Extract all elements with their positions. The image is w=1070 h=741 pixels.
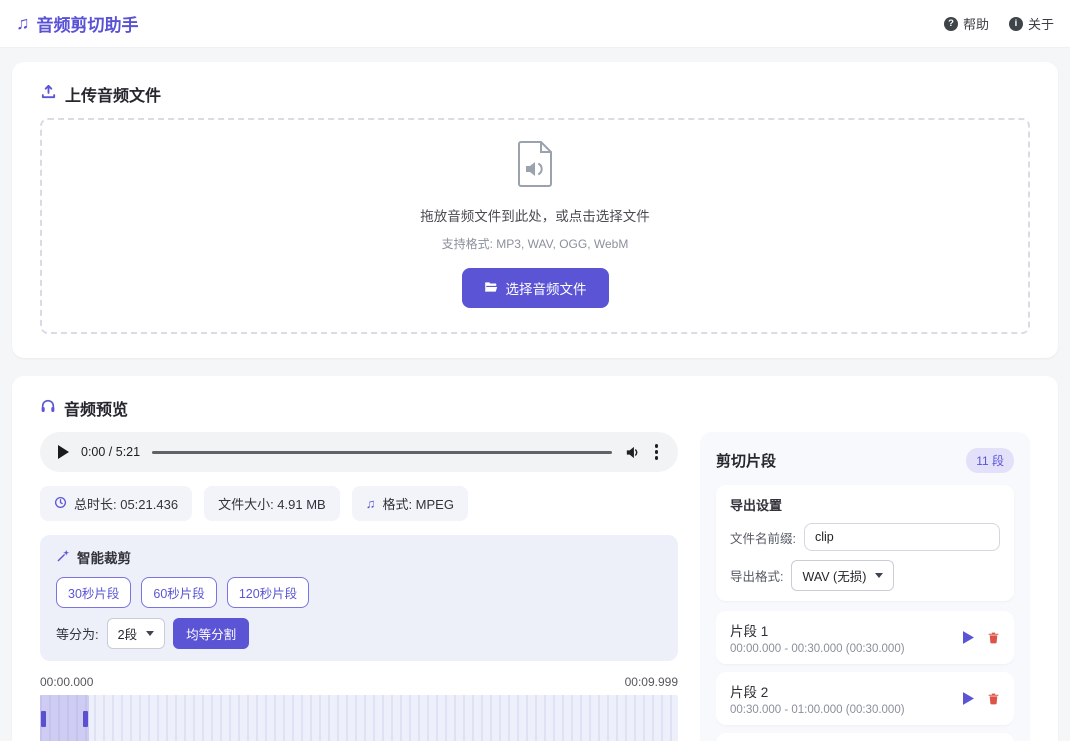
- selection-region[interactable]: [40, 695, 89, 741]
- workspace: 0:00 / 5:21 总时长: 05:21.436 文件大小: 4.91 MB…: [40, 432, 1030, 741]
- clip-delete-button[interactable]: [987, 631, 1000, 644]
- seek-bar[interactable]: [152, 450, 612, 454]
- preset-120s-button[interactable]: 120秒片段: [226, 577, 310, 608]
- select-file-label: 选择音频文件: [505, 282, 587, 297]
- clip-card: 片段 3: [716, 733, 1014, 741]
- page-body: 上传音频文件 拖放音频文件到此处，或点击选择文件 支持格式: MP3, WAV,…: [0, 48, 1070, 741]
- headphones-icon: [40, 398, 56, 419]
- clip-count-badge: 11 段: [966, 448, 1014, 473]
- audio-info-badges: 总时长: 05:21.436 文件大小: 4.91 MB ♫ 格式: MPEG: [40, 486, 678, 521]
- magic-wand-icon: [56, 549, 70, 566]
- app-logo: ♫ 音频剪切助手: [16, 11, 139, 36]
- clip-card: 片段 2 00:30.000 - 01:00.000 (00:30.000): [716, 672, 1014, 725]
- clip-actions: [963, 631, 1000, 644]
- clip-info: 片段 1 00:00.000 - 00:30.000 (00:30.000): [730, 620, 905, 655]
- timeline-end-label: 00:09.999: [624, 675, 678, 689]
- format-label: 导出格式:: [730, 570, 784, 584]
- preview-card: 音频预览 0:00 / 5:21 总时长: 05:21.436 文件大小: 4.…: [12, 376, 1058, 741]
- export-settings-title: 导出设置: [730, 498, 783, 513]
- upload-icon: [40, 83, 57, 105]
- filesize-badge: 文件大小: 4.91 MB: [204, 486, 340, 521]
- smart-cut-title: 智能裁剪: [56, 547, 662, 567]
- play-button[interactable]: [58, 445, 69, 459]
- about-label: 关于: [1027, 17, 1054, 32]
- kebab-menu-icon[interactable]: [653, 442, 661, 462]
- split-row: 等分为: 2段 均等分割: [56, 618, 662, 649]
- folder-open-icon: [484, 280, 498, 297]
- chevron-down-icon: [146, 631, 155, 636]
- clip-range: 00:30.000 - 01:00.000 (00:30.000): [730, 704, 905, 716]
- clips-list[interactable]: 片段 1 00:00.000 - 00:30.000 (00:30.000) 片…: [716, 611, 1014, 741]
- format-badge: ♫ 格式: MPEG: [351, 486, 468, 521]
- prefix-input[interactable]: [803, 523, 1000, 551]
- upload-section-label: 上传音频文件: [65, 88, 162, 105]
- duration-text: 总时长: 05:21.436: [74, 497, 179, 512]
- app-title: 音频剪切助手: [36, 16, 139, 35]
- select-file-button[interactable]: 选择音频文件: [461, 268, 609, 308]
- dropzone-hint: 拖放音频文件到此处，或点击选择文件: [420, 209, 650, 224]
- prefix-label: 文件名前缀:: [730, 531, 796, 546]
- player-time: 0:00 / 5:21: [81, 445, 141, 459]
- timeline-labels: 00:00.000 00:09.999: [40, 675, 678, 689]
- app-header: ♫ 音频剪切助手 ? 帮助 i 关于: [0, 0, 1070, 48]
- music-note-icon: ♫: [365, 496, 376, 511]
- preset-buttons: 30秒片段 60秒片段 120秒片段: [56, 577, 662, 608]
- clip-range: 00:00.000 - 00:30.000 (00:30.000): [730, 643, 905, 655]
- smart-cut-panel: 智能裁剪 30秒片段 60秒片段 120秒片段 等分为: 2段 均等分割: [40, 535, 678, 661]
- smart-cut-label: 智能裁剪: [77, 551, 131, 566]
- clip-info: 片段 2 00:30.000 - 01:00.000 (00:30.000): [730, 681, 905, 716]
- info-circle-icon: i: [1008, 16, 1023, 31]
- preview-section-title: 音频预览: [40, 396, 1030, 420]
- help-label: 帮助: [962, 17, 989, 32]
- format-select[interactable]: WAV (无损): [791, 560, 895, 591]
- split-label: 等分为:: [56, 627, 99, 642]
- clip-card: 片段 1 00:00.000 - 00:30.000 (00:30.000): [716, 611, 1014, 664]
- upload-dropzone[interactable]: 拖放音频文件到此处，或点击选择文件 支持格式: MP3, WAV, OGG, W…: [40, 118, 1030, 334]
- clip-play-button[interactable]: [963, 692, 974, 705]
- clip-play-button[interactable]: [963, 631, 974, 644]
- question-circle-icon: ?: [943, 16, 958, 31]
- header-nav: ? 帮助 i 关于: [943, 14, 1054, 33]
- format-row: 导出格式: WAV (无损): [730, 560, 1000, 591]
- clock-icon: [54, 496, 67, 512]
- clip-name: 片段 1: [730, 624, 769, 639]
- selection-end-handle[interactable]: [83, 711, 88, 727]
- waveform[interactable]: [40, 695, 678, 741]
- clips-panel: 剪切片段 11 段 导出设置 文件名前缀: 导出格式: WAV (无损): [700, 432, 1030, 741]
- prefix-row: 文件名前缀:: [730, 523, 1000, 551]
- timeline-start-label: 00:00.000: [40, 675, 94, 689]
- preview-section-label: 音频预览: [64, 402, 129, 419]
- equal-split-button[interactable]: 均等分割: [173, 618, 250, 649]
- music-note-icon: ♫: [16, 13, 30, 33]
- upload-section-title: 上传音频文件: [40, 82, 1030, 106]
- clip-name: 片段 2: [730, 685, 769, 700]
- about-link[interactable]: i 关于: [1008, 14, 1054, 33]
- selection-start-handle[interactable]: [41, 711, 46, 727]
- volume-icon[interactable]: [624, 444, 641, 461]
- formats-hint: 支持格式: MP3, WAV, OGG, WebM: [441, 237, 629, 251]
- upload-card: 上传音频文件 拖放音频文件到此处，或点击选择文件 支持格式: MP3, WAV,…: [12, 62, 1058, 358]
- split-count-value: 2段: [117, 628, 138, 642]
- help-link[interactable]: ? 帮助: [943, 14, 989, 33]
- clips-panel-header: 剪切片段 11 段: [716, 444, 1014, 473]
- format-text: 格式: MPEG: [382, 497, 454, 512]
- format-value: WAV (无损): [802, 570, 867, 584]
- editor-column: 0:00 / 5:21 总时长: 05:21.436 文件大小: 4.91 MB…: [40, 432, 678, 741]
- clips-panel-title: 剪切片段: [716, 453, 777, 470]
- file-audio-icon: [515, 141, 555, 192]
- preset-30s-button[interactable]: 30秒片段: [56, 577, 132, 608]
- split-count-select[interactable]: 2段: [106, 618, 166, 649]
- clip-delete-button[interactable]: [987, 692, 1000, 705]
- audio-player: 0:00 / 5:21: [40, 432, 678, 472]
- chevron-down-icon: [875, 573, 884, 578]
- filesize-text: 文件大小: 4.91 MB: [218, 497, 326, 512]
- clip-actions: [963, 692, 1000, 705]
- preset-60s-button[interactable]: 60秒片段: [141, 577, 217, 608]
- export-settings: 导出设置 文件名前缀: 导出格式: WAV (无损): [716, 485, 1014, 601]
- duration-badge: 总时长: 05:21.436: [40, 486, 193, 521]
